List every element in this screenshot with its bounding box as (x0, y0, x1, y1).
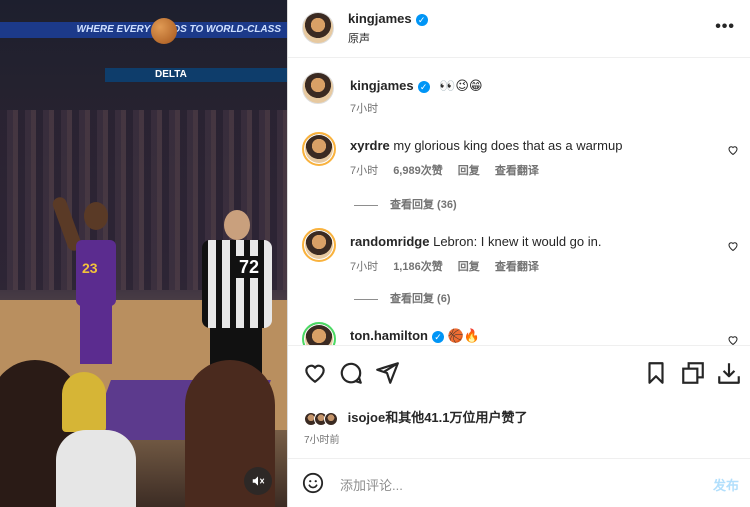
sponsor-banner: DELTA (105, 68, 287, 82)
caption-username[interactable]: kingjames (350, 78, 414, 93)
verified-badge-icon: ✓ (417, 80, 430, 93)
comments-list[interactable]: kingjames ✓ 👀😉😁 7小时 xyrdre my glorious ki… (288, 58, 750, 345)
translate-button[interactable]: 查看翻译 (495, 261, 539, 273)
reply-button[interactable]: 回复 (458, 261, 480, 273)
view-replies-button[interactable]: 查看回复 (36) (354, 196, 457, 212)
post-time: 7小时前 (304, 435, 340, 446)
translate-button[interactable]: 查看翻译 (495, 165, 539, 177)
comment-username[interactable]: ton.hamilton (350, 328, 428, 343)
post-button[interactable]: 发布 (713, 475, 739, 494)
heart-icon[interactable] (727, 144, 739, 156)
audio-label[interactable]: 原声 (348, 30, 370, 46)
verified-badge-icon: ✓ (432, 330, 444, 343)
caption-text: 👀😉😁 (439, 78, 483, 93)
scoreboard-banner: WHERE EVERY LEADS TO WORLD-CLASS (0, 22, 287, 38)
scoreboard-text: WHERE EVERY LEADS TO WORLD-CLASS (76, 24, 281, 35)
avatar[interactable] (302, 72, 334, 104)
speaker-muted-icon[interactable] (244, 467, 272, 495)
avatar[interactable] (302, 132, 336, 166)
comment-username[interactable]: xyrdre (350, 138, 390, 153)
reply-button[interactable]: 回复 (458, 165, 480, 177)
sponsor-text: DELTA (155, 69, 187, 80)
comment-input[interactable]: 添加评论... (340, 475, 403, 494)
spectator (62, 372, 106, 432)
avatar[interactable] (302, 322, 336, 345)
shooting-player: 23 (50, 195, 126, 364)
heart-icon[interactable] (727, 334, 739, 345)
verified-badge-icon: ✓ (415, 13, 428, 26)
avatar[interactable] (302, 12, 334, 44)
action-bar (288, 345, 750, 407)
comment-time: 7小时 (350, 165, 379, 177)
emoji-icon[interactable] (302, 472, 324, 494)
author-username[interactable]: kingjames ✓ (348, 11, 428, 26)
comment-text: 🏀🔥 (447, 328, 480, 343)
likes-count-text[interactable]: 和其他41.1万位用户赞了 (385, 410, 527, 425)
save-bookmark-icon[interactable] (643, 360, 669, 386)
liker-username[interactable]: isojoe (348, 410, 386, 425)
share-send-icon[interactable] (374, 360, 400, 386)
likes-summary[interactable]: isojoe和其他41.1万位用户赞了 (304, 407, 528, 426)
comment-icon[interactable] (338, 360, 364, 386)
referee-number: 72 (234, 256, 264, 278)
post-details-panel: kingjames ✓ 原声 ••• kingjames ✓ 👀😉😁 7小时 xyr… (287, 0, 750, 507)
spectator (56, 430, 136, 507)
post-video[interactable]: WHERE EVERY LEADS TO WORLD-CLASS DELTA 2… (0, 0, 287, 507)
comment-likes[interactable]: 1,186次赞 (393, 261, 443, 273)
comment-text: Lebron: I knew it would go in. (433, 234, 602, 249)
avatar (324, 411, 338, 426)
comment-text: my glorious king does that as a warmup (393, 138, 623, 153)
download-icon[interactable] (716, 360, 742, 386)
like-heart-icon[interactable] (302, 360, 328, 386)
more-options-icon[interactable]: ••• (715, 18, 735, 36)
basketball (151, 18, 177, 44)
post-header: kingjames ✓ 原声 ••• (288, 0, 750, 58)
comment-time: 7小时 (350, 261, 379, 273)
heart-icon[interactable] (727, 240, 739, 252)
view-replies-button[interactable]: 查看回复 (6) (354, 290, 451, 306)
comment-composer: 添加评论... 发布 (288, 458, 750, 507)
comment-likes[interactable]: 6,989次赞 (393, 165, 443, 177)
copy-icon[interactable] (680, 360, 706, 386)
comment-username[interactable]: randomridge (350, 234, 429, 249)
avatar[interactable] (302, 228, 336, 262)
caption-time: 7小时 (350, 103, 379, 115)
player-number: 23 (82, 260, 98, 276)
